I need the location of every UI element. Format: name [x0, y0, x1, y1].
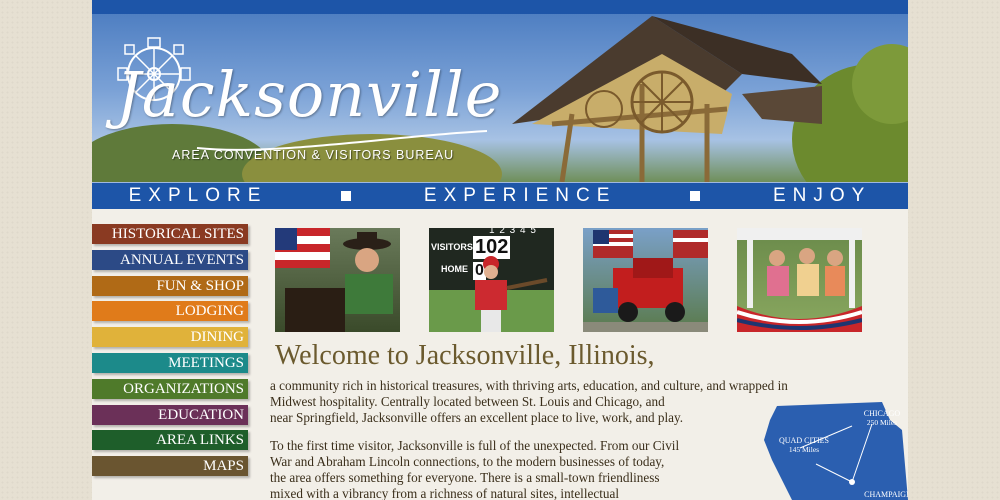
pavilion-photo	[512, 16, 822, 182]
top-bar	[92, 0, 908, 14]
truck-photo-graphic	[583, 230, 708, 332]
rodeo-photo-graphic	[275, 228, 393, 332]
welcome-heading: Welcome to Jacksonville, Illinois,	[275, 340, 655, 371]
nav-education[interactable]: EDUCATION	[92, 404, 248, 425]
nav-dining[interactable]: DINING	[92, 327, 248, 348]
map-quad-cities-label: QUAD CITIES	[779, 436, 829, 445]
sidebar-nav: HISTORICAL SITES ANNUAL EVENTS FUN & SHO…	[92, 224, 248, 482]
nav-organizations[interactable]: ORGANIZATIONS	[92, 378, 248, 399]
page-container: Jacksonville AREA CONVENTION & VISITORS …	[92, 0, 908, 500]
photo-gazebo-singers[interactable]	[737, 228, 862, 332]
nav-historical-sites[interactable]: HISTORICAL SITES	[92, 224, 248, 244]
nav-meetings[interactable]: MEETINGS	[92, 352, 248, 373]
map-champaign-label: CHAMPAIGN	[864, 490, 908, 499]
nav-area-links[interactable]: AREA LINKS	[92, 430, 248, 451]
intro-line: Midwest hospitality. Centrally located b…	[270, 394, 665, 409]
nav-lodging[interactable]: LODGING	[92, 301, 248, 322]
intro-line: near Springfield, Jacksonville offers an…	[270, 410, 684, 425]
logo-subtitle: AREA CONVENTION & VISITORS BUREAU	[172, 148, 455, 162]
map-chicago-label: CHICAGO	[864, 409, 901, 418]
tagline-enjoy: ENJOY	[772, 185, 872, 206]
header-banner: Jacksonville AREA CONVENTION & VISITORS …	[92, 14, 908, 182]
tagline-experience: EXPERIENCE	[423, 185, 617, 206]
visitor-line: the area offers something for everyone. …	[270, 470, 660, 485]
tagline-bar: EXPLORE EXPERIENCE ENJOY	[92, 182, 908, 209]
visitor-line: mixed with a vibrancy from a richness of…	[270, 486, 619, 500]
visitor-paragraph: To the first time visitor, Jacksonville …	[270, 438, 679, 500]
visitor-line: War and Abraham Lincoln connections, to …	[270, 454, 665, 469]
logo-wordmark[interactable]: Jacksonville	[116, 58, 501, 131]
square-bullet-icon	[689, 191, 700, 201]
batter-graphic	[475, 256, 548, 332]
jacksonville-marker-icon	[849, 479, 855, 485]
photo-rodeo-flag[interactable]	[275, 228, 400, 332]
nav-maps[interactable]: MAPS	[92, 456, 248, 477]
nav-annual-events[interactable]: ANNUAL EVENTS	[92, 249, 248, 270]
intro-line: a community rich in historical treasures…	[270, 378, 788, 393]
photo-antique-truck[interactable]	[583, 228, 708, 332]
square-bullet-icon	[340, 191, 351, 201]
intro-paragraph: a community rich in historical treasures…	[270, 378, 788, 426]
nav-fun-and-shop[interactable]: FUN & SHOP	[92, 275, 248, 296]
map-quad-cities-miles: 145 Miles	[789, 445, 819, 454]
map-chicago-miles: 250 Miles	[867, 418, 897, 427]
illinois-map[interactable]: CHICAGO 250 Miles QUAD CITIES 145 Miles …	[762, 400, 908, 500]
photo-strip: 1 2 3 4 5 VISITORS HOME 102 0	[275, 228, 895, 332]
visitor-line: To the first time visitor, Jacksonville …	[270, 438, 680, 453]
tagline-explore: EXPLORE	[128, 185, 268, 206]
gazebo-photo-graphic	[737, 228, 862, 332]
photo-baseball-scoreboard[interactable]: 1 2 3 4 5 VISITORS HOME 102 0	[429, 228, 554, 332]
